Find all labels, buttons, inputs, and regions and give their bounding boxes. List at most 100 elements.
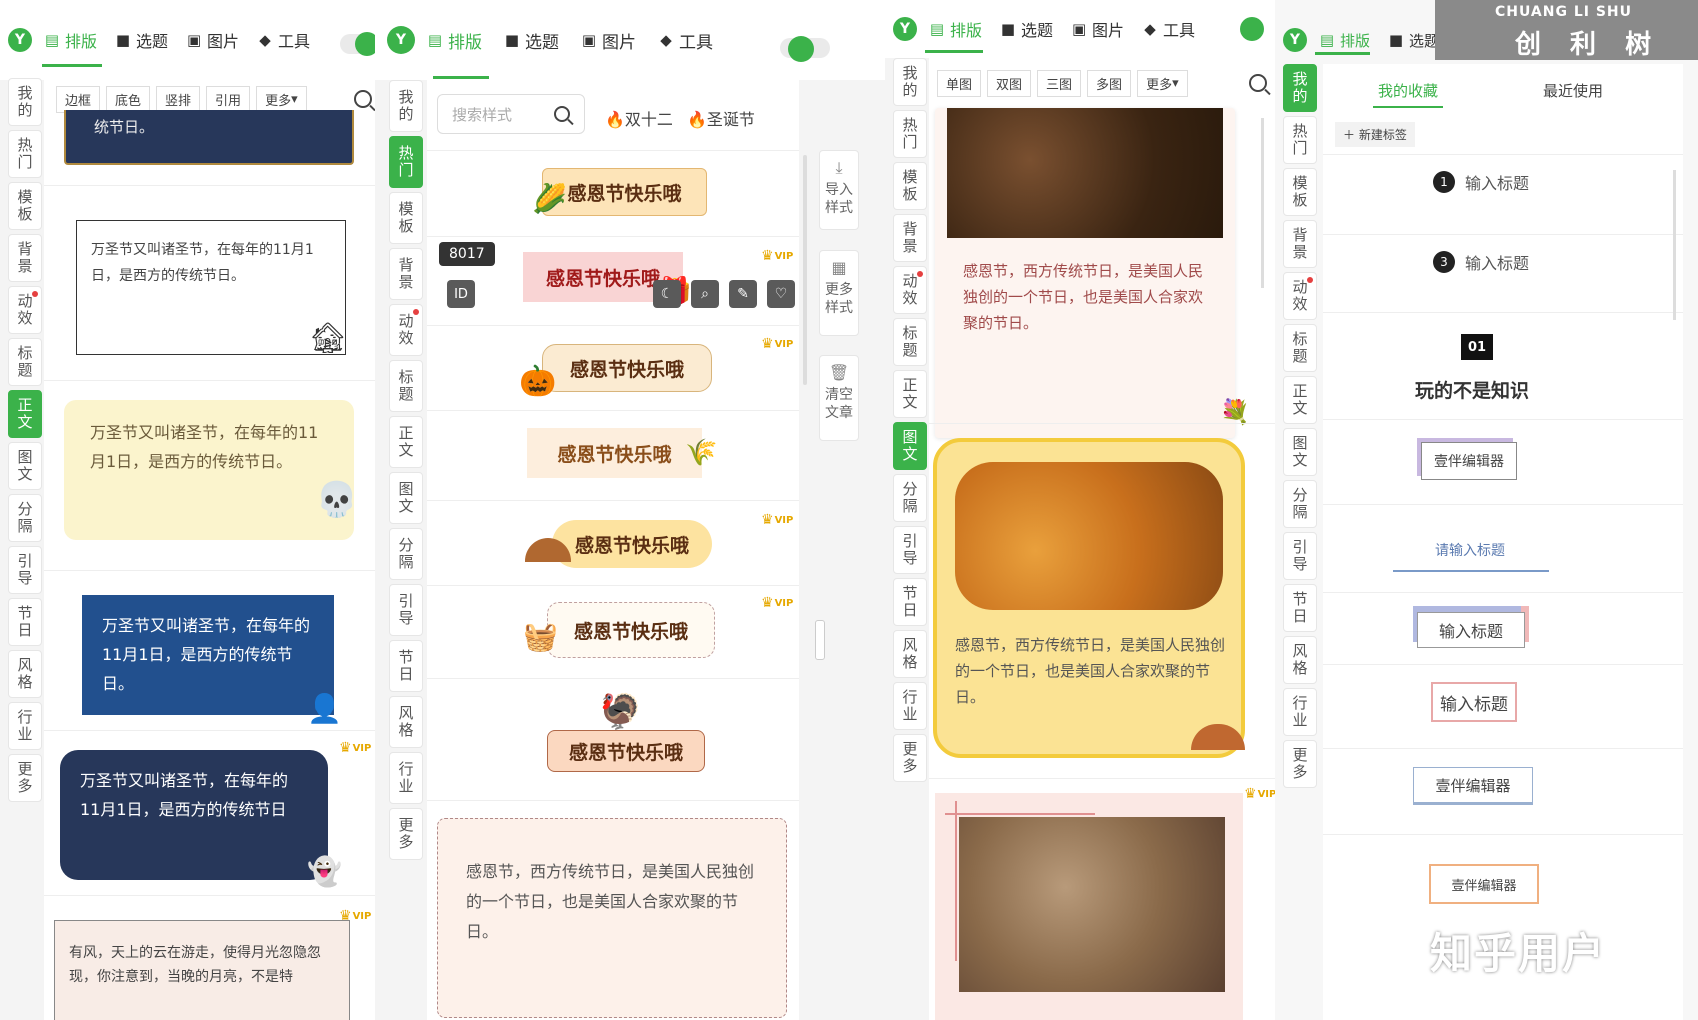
fav-item-3[interactable]: 玩的不是知识 bbox=[1415, 376, 1529, 403]
search-icon[interactable] bbox=[354, 90, 372, 108]
subtab-double[interactable]: 双图 bbox=[987, 70, 1032, 97]
sidebar-item-title[interactable]: 标题 bbox=[8, 338, 42, 386]
search-input[interactable]: 搜索样式 bbox=[437, 94, 585, 134]
style-title-6[interactable]: 感恩节快乐哦 bbox=[547, 602, 715, 658]
search-icon[interactable] bbox=[1249, 74, 1267, 92]
style-title-3[interactable]: 感恩节快乐哦 bbox=[542, 344, 712, 392]
search-icon[interactable] bbox=[554, 106, 570, 122]
sidebar-item-more[interactable]: 更多 bbox=[8, 754, 42, 802]
sidebar-item-guide[interactable]: 引导 bbox=[893, 526, 927, 574]
subtab-border[interactable]: 边框 bbox=[56, 86, 101, 113]
style-title-5[interactable]: 感恩节快乐哦 bbox=[552, 520, 712, 568]
sidebar-item-template[interactable]: 模板 bbox=[893, 162, 927, 210]
tab-image[interactable]: ▣图片 bbox=[1071, 17, 1124, 41]
sidebar-item-effects[interactable]: 动效 bbox=[389, 304, 423, 356]
id-button[interactable]: ID bbox=[447, 280, 475, 308]
style-title-7[interactable]: 感恩节快乐哦 bbox=[547, 730, 705, 772]
tool-import-style[interactable]: ⤓ 导入样式 bbox=[819, 150, 859, 230]
sidebar-item-hot[interactable]: 热门 bbox=[8, 130, 42, 178]
tab-layout[interactable]: ▤ 排版 bbox=[427, 28, 482, 53]
style-image-card-2[interactable]: 感恩节，西方传统节日，是美国人民独创的一个节日，也是美国人合家欢聚的节日。 bbox=[933, 438, 1245, 758]
toggle-switch[interactable] bbox=[355, 32, 375, 56]
sidebar-item-body[interactable]: 正文 bbox=[893, 370, 927, 418]
toggle-switch[interactable] bbox=[788, 36, 814, 62]
sidebar-item-image-text[interactable]: 图文 bbox=[893, 422, 927, 470]
sidebar-item-body[interactable]: 正文 bbox=[8, 390, 42, 438]
scrollbar[interactable] bbox=[1673, 170, 1676, 320]
sidebar-item-background[interactable]: 背景 bbox=[1283, 220, 1317, 268]
sidebar-item-style[interactable]: 风格 bbox=[8, 650, 42, 698]
style-image-card-1[interactable]: 感恩节，西方传统节日，是美国人民独创的一个节日，也是美国人合家欢聚的节日。 💐 bbox=[935, 108, 1250, 438]
fav-item-5[interactable]: 请输入标题 bbox=[1435, 540, 1505, 560]
fav-item-4[interactable]: 壹伴编辑器 bbox=[1421, 442, 1517, 480]
subtab-more[interactable]: 更多 ▾ bbox=[256, 86, 307, 113]
tab-topic[interactable]: ■ 选题 bbox=[1388, 30, 1439, 51]
sidebar-item-guide[interactable]: 引导 bbox=[8, 546, 42, 594]
sidebar-item-guide[interactable]: 引导 bbox=[1283, 532, 1317, 580]
sidebar-item-effects[interactable]: 动效 bbox=[8, 286, 42, 334]
fav-item-9[interactable]: 壹伴编辑器 bbox=[1429, 864, 1539, 904]
fav-item-8[interactable]: 壹伴编辑器 bbox=[1413, 767, 1533, 805]
tab-layout[interactable]: ▤ 排版 bbox=[44, 28, 97, 52]
tab-topic[interactable]: ■ 选题 bbox=[115, 28, 168, 52]
sidebar-item-hot[interactable]: 热门 bbox=[389, 136, 423, 188]
sidebar-item-template[interactable]: 模板 bbox=[1283, 168, 1317, 216]
tab-recent[interactable]: 最近使用 bbox=[1543, 80, 1603, 101]
sidebar-item-title[interactable]: 标题 bbox=[893, 318, 927, 366]
style-card-paper[interactable]: 有风，天上的云在游走，使得月光忽隐忽现，你注意到，当晚的月亮，不是特 bbox=[54, 920, 350, 1020]
style-card-outlined[interactable]: 万圣节又叫诸圣节，在每年的11月1日，是西方的传统节日。 🏚 bbox=[76, 220, 347, 356]
tool-clear-article[interactable]: 🗑 清空文章 bbox=[819, 355, 859, 441]
toggle-switch[interactable] bbox=[1240, 17, 1264, 41]
sidebar-item-divider[interactable]: 分隔 bbox=[8, 494, 42, 542]
sidebar-item-hot[interactable]: 热门 bbox=[1283, 116, 1317, 164]
tag-christmas[interactable]: 🔥圣诞节 bbox=[687, 106, 755, 130]
sidebar-item-image-text[interactable]: 图文 bbox=[8, 442, 42, 490]
fav-item-6[interactable]: 输入标题 bbox=[1417, 612, 1525, 648]
moon-icon[interactable]: ☾ bbox=[653, 280, 681, 308]
sidebar-item-festival[interactable]: 节日 bbox=[8, 598, 42, 646]
tab-tools[interactable]: ◆ 工具 bbox=[658, 28, 713, 53]
tab-tools[interactable]: ◆ 工具 bbox=[257, 28, 310, 52]
sidebar-item-style[interactable]: 风格 bbox=[389, 696, 423, 748]
tab-tools[interactable]: ◆ 工具 bbox=[1142, 17, 1195, 41]
sidebar-item-background[interactable]: 背景 bbox=[893, 214, 927, 262]
tool-more-styles[interactable]: ▦ 更多样式 bbox=[819, 250, 859, 336]
tab-topic[interactable]: ■ 选题 bbox=[1000, 17, 1053, 41]
sidebar-item-mine[interactable]: 我的 bbox=[1283, 64, 1317, 112]
scrollbar[interactable] bbox=[1261, 118, 1264, 288]
sidebar-item-mine[interactable]: 我的 bbox=[8, 78, 42, 126]
tag-double12[interactable]: 🔥双十二 bbox=[605, 106, 673, 130]
sidebar-item-industry[interactable]: 行业 bbox=[8, 702, 42, 750]
tab-favorites[interactable]: 我的收藏 bbox=[1378, 80, 1438, 101]
sidebar-item-template[interactable]: 模板 bbox=[389, 192, 423, 244]
tab-topic[interactable]: ■ 选题 bbox=[504, 28, 559, 53]
sidebar-item-industry[interactable]: 行业 bbox=[389, 752, 423, 804]
sidebar-item-more[interactable]: 更多 bbox=[1283, 740, 1317, 788]
sidebar-item-divider[interactable]: 分隔 bbox=[389, 528, 423, 580]
edit-icon[interactable]: ✎ bbox=[729, 280, 757, 308]
style-card-yellow[interactable]: 万圣节又叫诸圣节，在每年的11月1日，是西方的传统节日。 💀 bbox=[64, 400, 358, 540]
style-card-blue[interactable]: 万圣节又叫诸圣节，在每年的11月1日，是西方的传统节日。 👤 bbox=[82, 595, 342, 725]
fav-item-2[interactable]: 3 输入标题 bbox=[1433, 250, 1529, 274]
new-tag-button[interactable]: ＋ 新建标签 bbox=[1335, 122, 1415, 147]
zoom-icon[interactable]: ⌕ bbox=[691, 280, 719, 308]
tab-layout[interactable]: ▤ 排版 bbox=[1319, 30, 1370, 51]
heart-icon[interactable]: ♡ bbox=[767, 280, 795, 308]
sidebar-item-more[interactable]: 更多 bbox=[893, 734, 927, 782]
sidebar-item-effects[interactable]: 动效 bbox=[1283, 272, 1317, 320]
sidebar-item-body[interactable]: 正文 bbox=[1283, 376, 1317, 424]
subtab-fill[interactable]: 底色 bbox=[106, 86, 151, 113]
sidebar-item-body[interactable]: 正文 bbox=[389, 416, 423, 468]
tab-layout[interactable]: ▤ 排版 bbox=[929, 17, 982, 41]
subtab-more[interactable]: 更多 ▾ bbox=[1137, 70, 1188, 97]
tab-image[interactable]: ▣图片 bbox=[581, 28, 636, 53]
sidebar-item-title[interactable]: 标题 bbox=[1283, 324, 1317, 372]
subtab-multi[interactable]: 多图 bbox=[1087, 70, 1132, 97]
sidebar-item-template[interactable]: 模板 bbox=[8, 182, 42, 230]
sidebar-item-festival[interactable]: 节日 bbox=[893, 578, 927, 626]
scrollbar[interactable] bbox=[803, 155, 807, 385]
fav-item-7[interactable]: 输入标题 bbox=[1431, 682, 1517, 722]
subtab-triple[interactable]: 三图 bbox=[1037, 70, 1082, 97]
sidebar-item-mine[interactable]: 我的 bbox=[893, 58, 927, 106]
sidebar-item-image-text[interactable]: 图文 bbox=[1283, 428, 1317, 476]
